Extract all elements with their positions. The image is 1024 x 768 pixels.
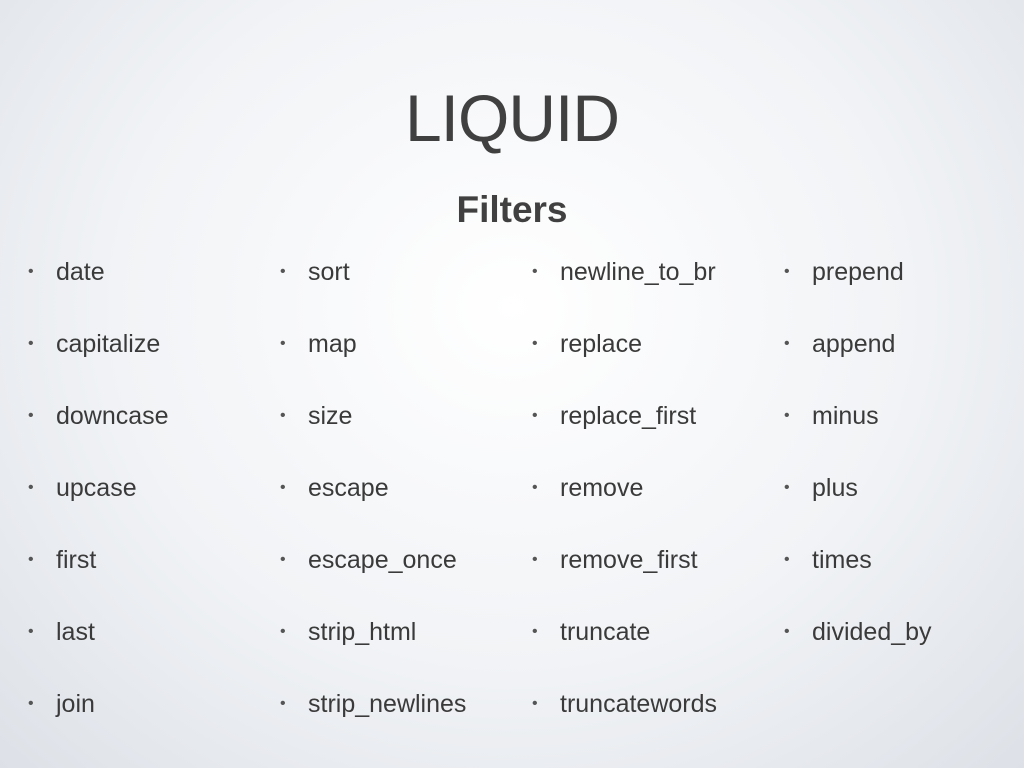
bullet-icon: •	[280, 335, 286, 352]
filter-list-item: • truncate	[532, 610, 717, 682]
filter-column-3: • newline_to_br • replace • replace_first • rem…	[532, 250, 717, 754]
filter-name: remove	[560, 474, 644, 502]
bullet-icon: •	[532, 695, 538, 712]
filter-name: date	[56, 258, 105, 286]
filter-list-item: • size	[280, 394, 466, 466]
slide-subtitle: Filters	[456, 189, 568, 230]
bullet-icon: •	[28, 335, 34, 352]
filter-name: strip_html	[308, 618, 417, 646]
filter-list-item: • times	[784, 538, 932, 610]
filter-list-item: • minus	[784, 394, 932, 466]
filter-list-item: • strip_html	[280, 610, 466, 682]
filter-name: sort	[308, 258, 350, 286]
bullet-icon: •	[280, 263, 286, 280]
filter-list-item: • map	[280, 322, 466, 394]
filter-list-item: • downcase	[28, 394, 169, 466]
filter-list-item: • sort	[280, 250, 466, 322]
bullet-icon: •	[28, 479, 34, 496]
slide: LIQUID Filters • date • capitalize • downcase…	[0, 0, 1024, 768]
bullet-icon: •	[532, 623, 538, 640]
bullet-icon: •	[784, 623, 790, 640]
filter-list-item: • join	[28, 682, 169, 754]
filter-name: escape	[308, 474, 389, 502]
filter-name: size	[308, 402, 353, 430]
filter-list-item: • truncatewords	[532, 682, 717, 754]
bullet-icon: •	[532, 335, 538, 352]
filter-list-item: • last	[28, 610, 169, 682]
filter-name: times	[812, 546, 872, 574]
filter-list-item: • replace_first	[532, 394, 717, 466]
bullet-icon: •	[280, 695, 286, 712]
filter-column-4: • prepend • append • minus • plus • times • divided…	[784, 250, 932, 682]
filter-name: first	[56, 546, 97, 574]
filter-list-item: • strip_newlines	[280, 682, 466, 754]
filter-list-item: • escape_once	[280, 538, 466, 610]
bullet-icon: •	[784, 551, 790, 568]
filter-name: capitalize	[56, 330, 161, 358]
filter-name: join	[56, 690, 95, 718]
bullet-icon: •	[280, 623, 286, 640]
filter-name: minus	[812, 402, 879, 430]
filter-list-item: • remove	[532, 466, 717, 538]
filter-name: divided_by	[812, 618, 932, 646]
bullet-icon: •	[532, 551, 538, 568]
bullet-icon: •	[784, 407, 790, 424]
bullet-icon: •	[784, 263, 790, 280]
filter-list-item: • escape	[280, 466, 466, 538]
filter-list-item: • append	[784, 322, 932, 394]
filter-list-item: • newline_to_br	[532, 250, 717, 322]
filter-name: downcase	[56, 402, 169, 430]
filter-list-item: • plus	[784, 466, 932, 538]
filter-list-item: • prepend	[784, 250, 932, 322]
filter-name: replace	[560, 330, 642, 358]
filter-name: append	[812, 330, 896, 358]
bullet-icon: •	[28, 407, 34, 424]
filter-name: upcase	[56, 474, 137, 502]
filter-list-item: • date	[28, 250, 169, 322]
bullet-icon: •	[28, 695, 34, 712]
bullet-icon: •	[28, 263, 34, 280]
bullet-icon: •	[280, 407, 286, 424]
filter-column-1: • date • capitalize • downcase • upcase • first • l…	[28, 250, 169, 754]
bullet-icon: •	[532, 479, 538, 496]
filter-list-item: • divided_by	[784, 610, 932, 682]
filter-list-item: • remove_first	[532, 538, 717, 610]
bullet-icon: •	[532, 263, 538, 280]
slide-title: LIQUID	[404, 81, 620, 155]
bullet-icon: •	[28, 623, 34, 640]
bullet-icon: •	[784, 479, 790, 496]
filter-list-item: • upcase	[28, 466, 169, 538]
filter-name: newline_to_br	[560, 258, 716, 286]
filter-list-item: • capitalize	[28, 322, 169, 394]
filter-name: truncate	[560, 618, 651, 646]
filter-name: prepend	[812, 258, 904, 286]
filter-name: escape_once	[308, 546, 457, 574]
filter-name: plus	[812, 474, 858, 502]
filter-column-2: • sort • map • size • escape • escape_once • strip_…	[280, 250, 466, 754]
filter-list-item: • first	[28, 538, 169, 610]
filter-name: truncatewords	[560, 690, 718, 718]
filter-name: replace_first	[560, 402, 697, 430]
filter-list-item: • replace	[532, 322, 717, 394]
bullet-icon: •	[532, 407, 538, 424]
filter-name: strip_newlines	[308, 690, 467, 718]
bullet-icon: •	[784, 335, 790, 352]
filter-name: map	[308, 330, 357, 358]
filter-columns: • date • capitalize • downcase • upcase • first • l…	[28, 250, 1008, 750]
filter-name: remove_first	[560, 546, 698, 574]
bullet-icon: •	[28, 551, 34, 568]
bullet-icon: •	[280, 551, 286, 568]
filter-name: last	[56, 618, 95, 646]
bullet-icon: •	[280, 479, 286, 496]
